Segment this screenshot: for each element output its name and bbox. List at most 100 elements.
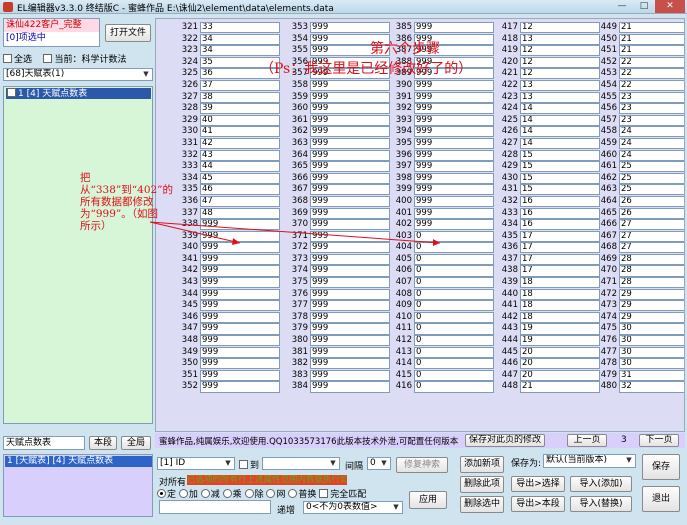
apply-button[interactable]: 应用 [409, 491, 447, 509]
value-field[interactable]: 29 [619, 300, 684, 312]
row-index: 366 [291, 172, 308, 183]
grid-cell: 464 26 [575, 195, 684, 208]
value-field[interactable]: 31 [619, 369, 684, 381]
op-add-radio[interactable] [178, 489, 188, 498]
value-field[interactable]: 29 [619, 311, 684, 323]
open-file-button[interactable]: 打开文件 [105, 24, 151, 42]
row-index: 360 [291, 103, 308, 114]
value-field[interactable]: 30 [619, 335, 684, 347]
row-index: 400 [395, 195, 412, 206]
type-select[interactable]: [68]天赋表(1) ▼ [3, 68, 153, 81]
minimize-button[interactable]: — [611, 0, 633, 13]
status-box: 诛仙422客户_完整 [0]项选中 [3, 18, 100, 47]
value-field[interactable]: 24 [619, 137, 684, 150]
value-field[interactable]: 26 [619, 207, 684, 219]
value-field[interactable]: 28 [619, 277, 684, 289]
to-field-select[interactable]: ▼ [262, 457, 340, 470]
current-checkbox[interactable] [43, 54, 53, 63]
row-index: 391 [395, 91, 412, 102]
select-all-label: 全选 [14, 55, 33, 65]
op-mul-radio[interactable] [222, 489, 232, 498]
close-button[interactable]: ✕ [655, 0, 685, 13]
list-item[interactable]: 1 [天赋表] [4] 天赋点数表 [5, 456, 152, 467]
value-field[interactable]: 23 [619, 91, 684, 103]
value-field[interactable]: 24 [619, 149, 684, 161]
field-select[interactable]: [1] ID ▼ [157, 457, 235, 470]
add-item-button[interactable]: 添加新项 [460, 456, 504, 473]
value-field[interactable]: 23 [619, 114, 684, 126]
import-add-button[interactable]: 导入(添加) [570, 476, 632, 492]
value-field[interactable]: 24 [619, 126, 684, 138]
select-all-checkbox[interactable] [3, 54, 12, 63]
value-field[interactable]: 23 [619, 103, 684, 115]
row-index: 379 [291, 323, 308, 334]
exit-button[interactable]: 退出 [642, 486, 680, 512]
value-field[interactable]: 29 [619, 288, 684, 300]
row-index: 383 [291, 369, 308, 380]
to-label: 到 [250, 461, 260, 471]
row-index: 447 [501, 369, 518, 380]
op-radio-group: 定 加 减 乘 除 网 普换 完全匹配 [157, 487, 366, 500]
row-index: 473 [600, 300, 617, 311]
app-icon [3, 2, 13, 12]
save-button[interactable]: 保存 [642, 454, 680, 480]
row-index: 444 [501, 335, 518, 346]
maximize-button[interactable]: □ [633, 0, 655, 13]
value-field[interactable]: 27 [619, 242, 684, 254]
value-field[interactable]: 30 [619, 358, 684, 370]
step-select[interactable]: 0<不为0表数值> ▼ [303, 501, 403, 514]
value-field[interactable]: 28 [619, 265, 684, 277]
chevron-down-icon: ▼ [626, 456, 632, 464]
value-field[interactable]: 26 [619, 195, 684, 207]
delete-selected-button[interactable]: 删除选中 [460, 496, 504, 513]
search-global-button[interactable]: 全局 [121, 436, 151, 450]
value-field[interactable]: 22 [619, 68, 684, 80]
prev-page-button[interactable]: 上一页 [567, 434, 607, 447]
value-field[interactable]: 30 [619, 323, 684, 335]
row-index: 354 [291, 33, 308, 44]
search-segment-button[interactable]: 本段 [89, 436, 117, 450]
value-field[interactable]: 22 [619, 56, 684, 68]
value-field[interactable]: 25 [619, 161, 684, 173]
value-field[interactable]: 25 [619, 184, 684, 196]
modify-button[interactable]: 修复神索 [396, 457, 448, 473]
import-replace-button[interactable]: 导入(替换) [570, 496, 632, 512]
row-index: 450 [600, 33, 617, 44]
tree-checkbox[interactable] [7, 88, 16, 97]
row-index: 355 [291, 45, 308, 56]
export-segment-button[interactable]: 导出>本段 [511, 496, 565, 512]
value-field[interactable]: 27 [619, 230, 684, 242]
value-field[interactable]: 25 [619, 172, 684, 184]
save-as-select[interactable]: 默认(当前版本) ▼ [543, 454, 636, 468]
export-selection-button[interactable]: 导出>选择 [511, 476, 565, 492]
value-field[interactable]: 21 [619, 22, 684, 34]
next-page-button[interactable]: 下一页 [639, 434, 679, 447]
value-field[interactable]: 30 [619, 346, 684, 358]
row-index: 333 [181, 161, 198, 172]
value-field[interactable]: 21 [619, 33, 684, 45]
row-index: 452 [600, 56, 617, 67]
to-checkbox[interactable] [239, 460, 248, 469]
exact-match-checkbox[interactable] [319, 489, 329, 498]
value-field[interactable]: 27 [619, 219, 684, 231]
op-div-radio[interactable] [244, 489, 254, 498]
tree-item[interactable]: 1 [4] 天赋点数表 [6, 88, 151, 99]
row-index: 418 [501, 33, 518, 44]
search-input[interactable]: 天赋点数表 [3, 436, 85, 450]
value-field[interactable]: 21 [619, 45, 684, 57]
value-field[interactable]: 32 [619, 381, 684, 393]
row-index: 471 [600, 277, 617, 288]
save-page-button[interactable]: 保存对此页的修改 [465, 434, 545, 447]
row-index: 382 [291, 358, 308, 369]
interval-select[interactable]: 0 ▼ [367, 457, 391, 470]
op-sub-radio[interactable] [200, 489, 210, 498]
delete-item-button[interactable]: 删除此项 [460, 476, 504, 493]
value-field[interactable]: 22 [619, 79, 684, 92]
grid-cell: 338 999 [156, 219, 282, 231]
value-field[interactable]: 28 [619, 253, 684, 265]
op-set-radio[interactable] [157, 489, 166, 498]
op-net-radio[interactable] [266, 489, 276, 498]
row-index: 445 [501, 346, 518, 357]
value-input[interactable] [159, 500, 271, 514]
op-replace-radio[interactable] [288, 489, 298, 498]
